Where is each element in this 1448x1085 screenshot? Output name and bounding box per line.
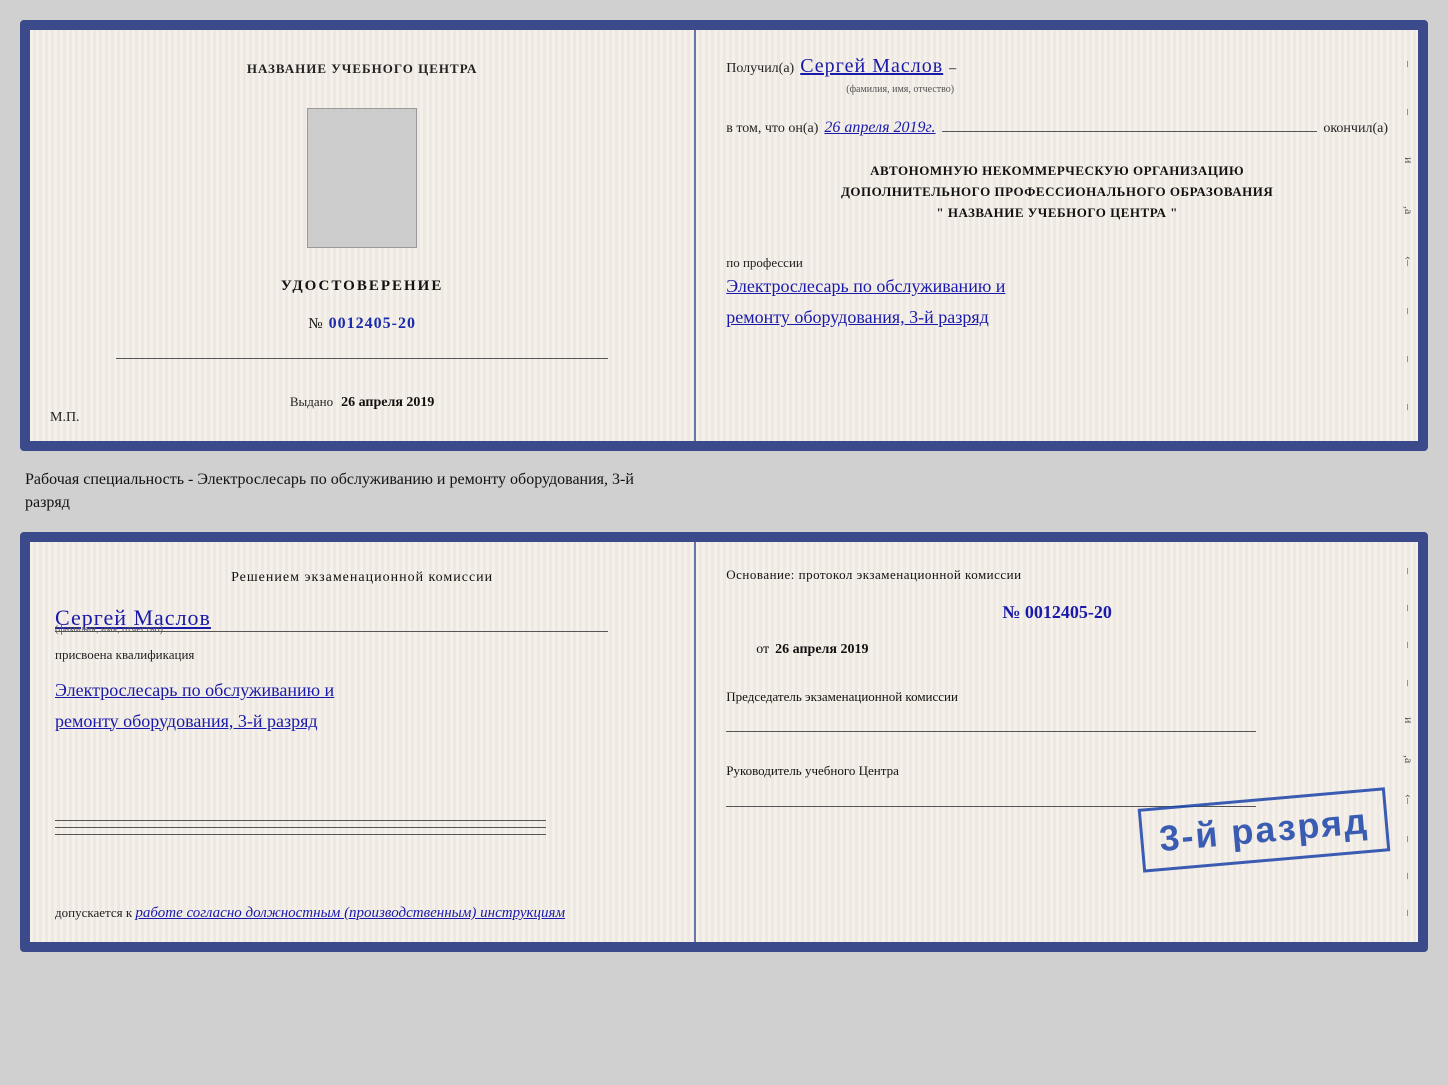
prisvoena-text: присвоена квалификация (55, 647, 669, 663)
rukovoditel-text: Руководитель учебного Центра (726, 761, 1388, 781)
received-label: Получил(а) (726, 61, 794, 77)
person-name-block: Сергей Маслов (фамилия, имя, отчество) (55, 605, 669, 635)
profession-block: по профессии Электрослесарь по обслужива… (726, 247, 1388, 332)
protocol-number-value: 0012405-20 (1025, 602, 1112, 622)
page-wrapper: НАЗВАНИЕ УЧЕБНОГО ЦЕНТРА УДОСТОВЕРЕНИЕ №… (20, 20, 1428, 952)
issued-date: 26 апреля 2019 (341, 395, 434, 411)
profession-line2: ремонту оборудования, 3-й разряд (726, 302, 1388, 333)
bottom-right-panel: Основание: протокол экзаменационной коми… (696, 542, 1418, 942)
photo-placeholder (307, 108, 417, 248)
between-line2: разряд (25, 492, 1423, 514)
protocol-number: № 0012405-20 (726, 602, 1388, 623)
qualification-line1: Электрослесарь по обслуживанию и (55, 675, 669, 706)
bottom-certificate: Решением экзаменационной комиссии Сергей… (20, 532, 1428, 952)
ot-date-value: 26 апреля 2019 (775, 642, 868, 658)
fio-sublabel-top: (фамилия, имя, отчество) (846, 84, 1388, 95)
dopusk-text: работе согласно должностным (производств… (135, 905, 565, 921)
issued-label: Выдано (290, 394, 333, 410)
vtom-label: в том, что он(а) (726, 121, 818, 137)
received-row: Получил(а) Сергей Маслов – (726, 55, 1388, 78)
cert-title: УДОСТОВЕРЕНИЕ (281, 278, 444, 295)
cert-left-panel: НАЗВАНИЕ УЧЕБНОГО ЦЕНТРА УДОСТОВЕРЕНИЕ №… (30, 30, 696, 441)
recipient-name: Сергей Маслов (800, 55, 943, 78)
dopuskaetsya-block: допускается к работе согласно должностны… (55, 905, 669, 922)
org-line3: " НАЗВАНИЕ УЧЕБНОГО ЦЕНТРА " (726, 203, 1388, 224)
predsedatel-text: Председатель экзаменационной комиссии (726, 687, 1388, 707)
cert-number: 0012405-20 (329, 315, 416, 333)
between-text-block: Рабочая специальность - Электрослесарь п… (20, 469, 1428, 514)
org-line1: АВТОНОМНУЮ НЕКОММЕРЧЕСКУЮ ОРГАНИЗАЦИЮ (726, 161, 1388, 182)
vtom-row: в том, что он(а) 26 апреля 2019г. окончи… (726, 117, 1388, 137)
bottom-left-panel: Решением экзаменационной комиссии Сергей… (30, 542, 696, 942)
cert-right-panel: Получил(а) Сергей Маслов – (фамилия, имя… (696, 30, 1418, 441)
org-block: АВТОНОМНУЮ НЕКОММЕРЧЕСКУЮ ОРГАНИЗАЦИЮ ДО… (726, 161, 1388, 223)
dopuskaetsya-label: допускается к (55, 905, 132, 920)
profession-line1: Электрослесарь по обслуживанию и (726, 271, 1388, 302)
qualification-block: Электрослесарь по обслуживанию и ремонту… (55, 675, 669, 736)
separator (116, 358, 607, 359)
qualification-line2: ремонту оборудования, 3-й разряд (55, 706, 669, 737)
right-edge-marks-bottom: – – – – и ,а ‹– – – – (1401, 542, 1416, 942)
center-name-top: НАЗВАНИЕ УЧЕБНОГО ЦЕНТРА (247, 60, 478, 78)
okonchill-label: окончил(а) (1323, 121, 1388, 137)
fio-sublabel-bottom: (фамилия, имя, отчество) (55, 624, 669, 635)
date-underline (942, 131, 1318, 132)
predsedatel-block: Председатель экзаменационной комиссии (726, 687, 1388, 733)
top-certificate: НАЗВАНИЕ УЧЕБНОГО ЦЕНТРА УДОСТОВЕРЕНИЕ №… (20, 20, 1428, 451)
protocol-number-label: № (1002, 602, 1020, 622)
dash: – (949, 61, 956, 77)
between-line1: Рабочая специальность - Электрослесарь п… (25, 469, 1423, 491)
po-professii: по профессии (726, 255, 1388, 271)
stamp-text: 3-й разряд (1158, 800, 1371, 859)
ot-date-row: от 26 апреля 2019 (726, 642, 1388, 658)
decision-title: Решением экзаменационной комиссии (55, 567, 669, 588)
right-edge-marks: – – и ,а ‹– – – – (1401, 30, 1416, 441)
vtom-date: 26 апреля 2019г. (824, 119, 935, 137)
number-label: № (308, 316, 322, 333)
ot-label: от (756, 642, 769, 658)
osnovaniye-text: Основание: протокол экзаменационной коми… (726, 567, 1388, 583)
sign-lines-block (55, 800, 669, 841)
mp-label: М.П. (50, 410, 80, 426)
org-line2: ДОПОЛНИТЕЛЬНОГО ПРОФЕССИОНАЛЬНОГО ОБРАЗО… (726, 182, 1388, 203)
